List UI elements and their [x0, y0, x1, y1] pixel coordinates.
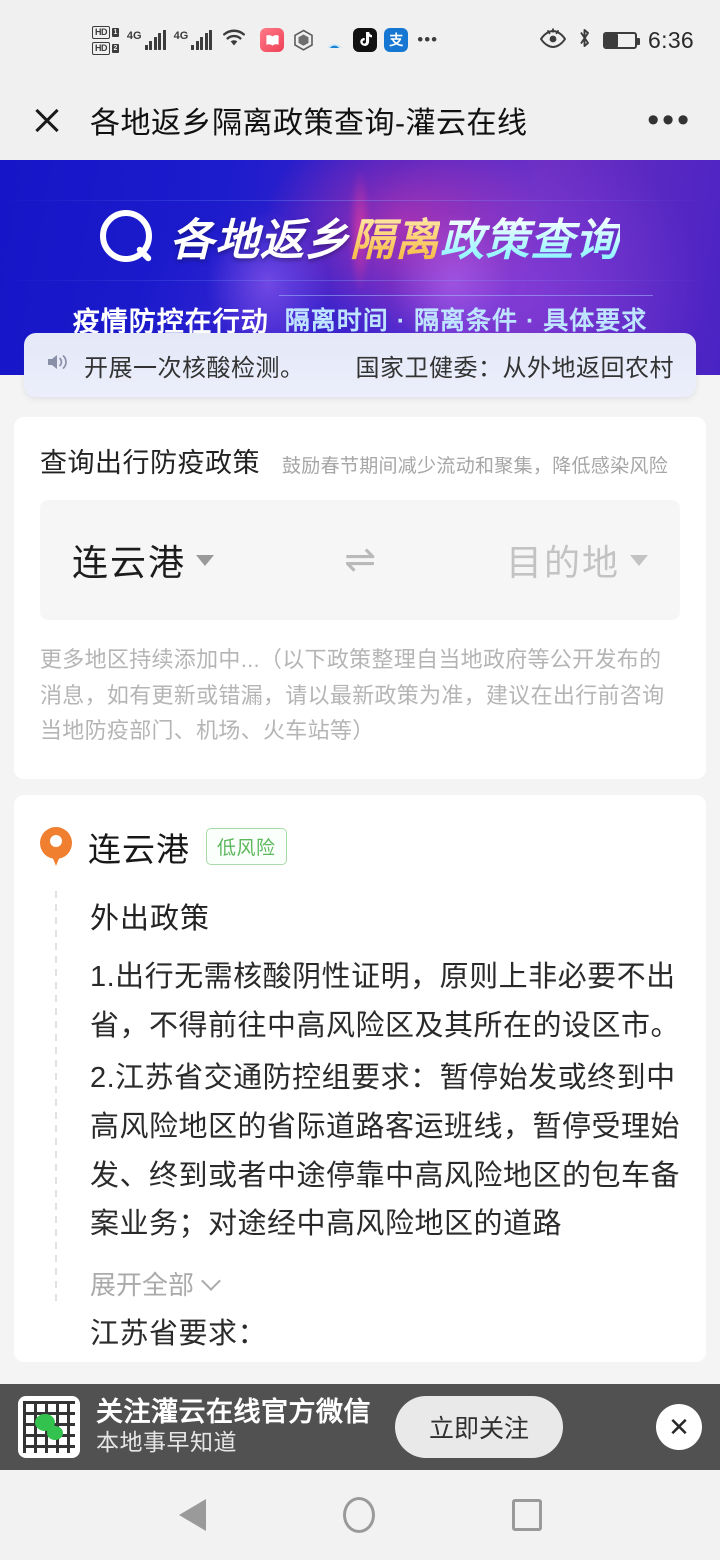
query-title: 查询出行防疫政策	[40, 448, 260, 478]
origin-value: 连云港	[72, 542, 187, 583]
policy-query-card: 查询出行防疫政策 鼓励春节期间减少流动和聚集，降低感染风险 连云港 ⇌ 目的地 …	[14, 417, 706, 779]
ad-subtitle: 本地事早知道	[96, 1428, 237, 1455]
notice-marquee-wrapper: 开展一次核酸检测。 国家卫健委：从外地返回农村	[0, 333, 720, 397]
status-badge: 低风险	[206, 828, 287, 866]
battery-icon	[603, 31, 641, 49]
home-button-icon[interactable]	[342, 1497, 375, 1533]
destination-selector[interactable]: 目的地	[506, 534, 648, 586]
query-header: 查询出行防疫政策 鼓励春节期间减少流动和聚集，降低感染风险	[40, 441, 680, 480]
app-notification-icons: 支 •••	[260, 28, 438, 52]
phone-screen: HD 1 HD 2 4G 4G 支 ••• 6:36 各地返乡隔离政策查询-灌云…	[0, 0, 720, 1560]
destination-placeholder: 目的地	[505, 542, 620, 583]
network-label-1: 4G	[126, 30, 142, 42]
qr-code-icon[interactable]	[18, 1396, 80, 1458]
location-pin-icon	[40, 826, 72, 867]
city-name: 连云港	[88, 830, 190, 868]
ad-title: 关注灌云在线官方微信	[96, 1396, 371, 1427]
book-app-icon	[260, 28, 285, 52]
banner-title-part1: 各地返乡	[170, 215, 350, 266]
notice-marquee[interactable]: 开展一次核酸检测。 国家卫健委：从外地返回农村	[24, 333, 696, 397]
chevron-down-icon-origin	[196, 554, 215, 566]
chevron-down-icon	[201, 1270, 221, 1291]
ad-text-block: 关注灌云在线官方微信 本地事早知道	[96, 1397, 371, 1458]
close-icon[interactable]	[28, 101, 66, 139]
status-time: 6:36	[648, 26, 694, 53]
banner-title-part3: 政策查询	[440, 215, 620, 266]
chevron-down-icon-destination	[630, 554, 648, 566]
douyin-app-icon	[353, 28, 378, 52]
status-overflow-dots: •••	[417, 30, 439, 49]
speaker-icon	[46, 352, 72, 378]
follow-now-button[interactable]: 立即关注	[395, 1396, 564, 1458]
query-disclaimer: 更多地区持续添加中...（以下政策整理自当地政府等公开发布的消息，如有更新或错漏…	[40, 647, 665, 744]
more-options-icon[interactable]: •••	[647, 103, 692, 137]
policy-section-title: 外出政策	[90, 902, 211, 935]
signal-4g-icon-2: 4G	[174, 30, 213, 50]
status-bar: HD 1 HD 2 4G 4G 支 ••• 6:36	[0, 0, 720, 80]
policy-paragraph: 2.江苏省交通防控组要求：暂停始发或终到中高风险地区的省际道路客运班线，暂停受理…	[90, 1062, 681, 1241]
signal-bars-2	[191, 30, 213, 50]
sim2-number: 2	[112, 43, 119, 53]
notice-text-a: 开展一次核酸检测。	[84, 354, 305, 382]
timeline-dotted-line	[55, 890, 57, 1303]
hd-badge-sim2: HD	[92, 41, 110, 55]
back-button-icon[interactable]	[178, 1499, 206, 1531]
recents-button-icon[interactable]	[511, 1499, 542, 1531]
expand-all-label: 展开全部	[90, 1270, 195, 1301]
search-icon	[100, 210, 152, 262]
query-subtitle: 鼓励春节期间减少流动和聚集，降低感染风险	[282, 456, 669, 477]
bluetooth-icon	[577, 27, 592, 54]
origin-selector[interactable]: 连云港	[72, 534, 215, 586]
page-title: 各地返乡隔离政策查询-灌云在线	[90, 107, 528, 140]
expand-all-button[interactable]: 展开全部	[90, 1265, 680, 1302]
wechat-follow-ad-bar: 关注灌云在线官方微信 本地事早知道 立即关注 ✕	[0, 1384, 720, 1470]
swap-icon[interactable]: ⇌	[214, 541, 506, 579]
wifi-icon	[221, 28, 247, 53]
banner-title-part2: 隔离	[350, 215, 440, 266]
hd-badge-sim1: HD	[92, 25, 110, 39]
volte-hd-icon: HD 1 HD 2	[92, 25, 119, 55]
clipped-next-text: 江苏省要求：	[90, 1318, 268, 1351]
city-policy-body: 外出政策 1.出行无需核酸阴性证明，原则上非必要不出省，不得前往中高风险区及其所…	[90, 895, 680, 1352]
browser-title-bar: 各地返乡隔离政策查询-灌云在线 •••	[0, 80, 720, 160]
android-nav-bar	[0, 1470, 720, 1560]
arc-app-icon	[322, 28, 346, 52]
close-ad-icon[interactable]: ✕	[656, 1404, 702, 1450]
signal-bars-1	[144, 30, 166, 50]
policy-paragraph: 1.出行无需核酸阴性证明，原则上非必要不出省，不得前往中高风险区及其所在的设区市…	[90, 960, 681, 1042]
signal-4g-icon-1: 4G	[127, 30, 166, 50]
banner-headline-row: 各地返乡隔离政策查询	[0, 204, 720, 268]
city-policy-card: 连云港 低风险 外出政策 1.出行无需核酸阴性证明，原则上非必要不出省，不得前往…	[14, 794, 706, 1363]
status-left-icons: HD 1 HD 2 4G 4G 支 •••	[92, 25, 438, 55]
alipay-app-icon: 支	[384, 28, 409, 52]
hexagon-app-icon	[291, 28, 315, 52]
route-selector: 连云港 ⇌ 目的地	[40, 500, 680, 620]
network-label-2: 4G	[173, 30, 189, 42]
eye-comfort-icon	[539, 27, 567, 53]
sim1-number: 1	[112, 27, 119, 37]
status-right-icons: 6:36	[539, 26, 694, 54]
city-policy-header: 连云港 低风险	[40, 823, 680, 871]
notice-text-b: 国家卫健委：从外地返回农村	[355, 354, 674, 382]
wechat-logo-icon	[35, 1414, 63, 1440]
